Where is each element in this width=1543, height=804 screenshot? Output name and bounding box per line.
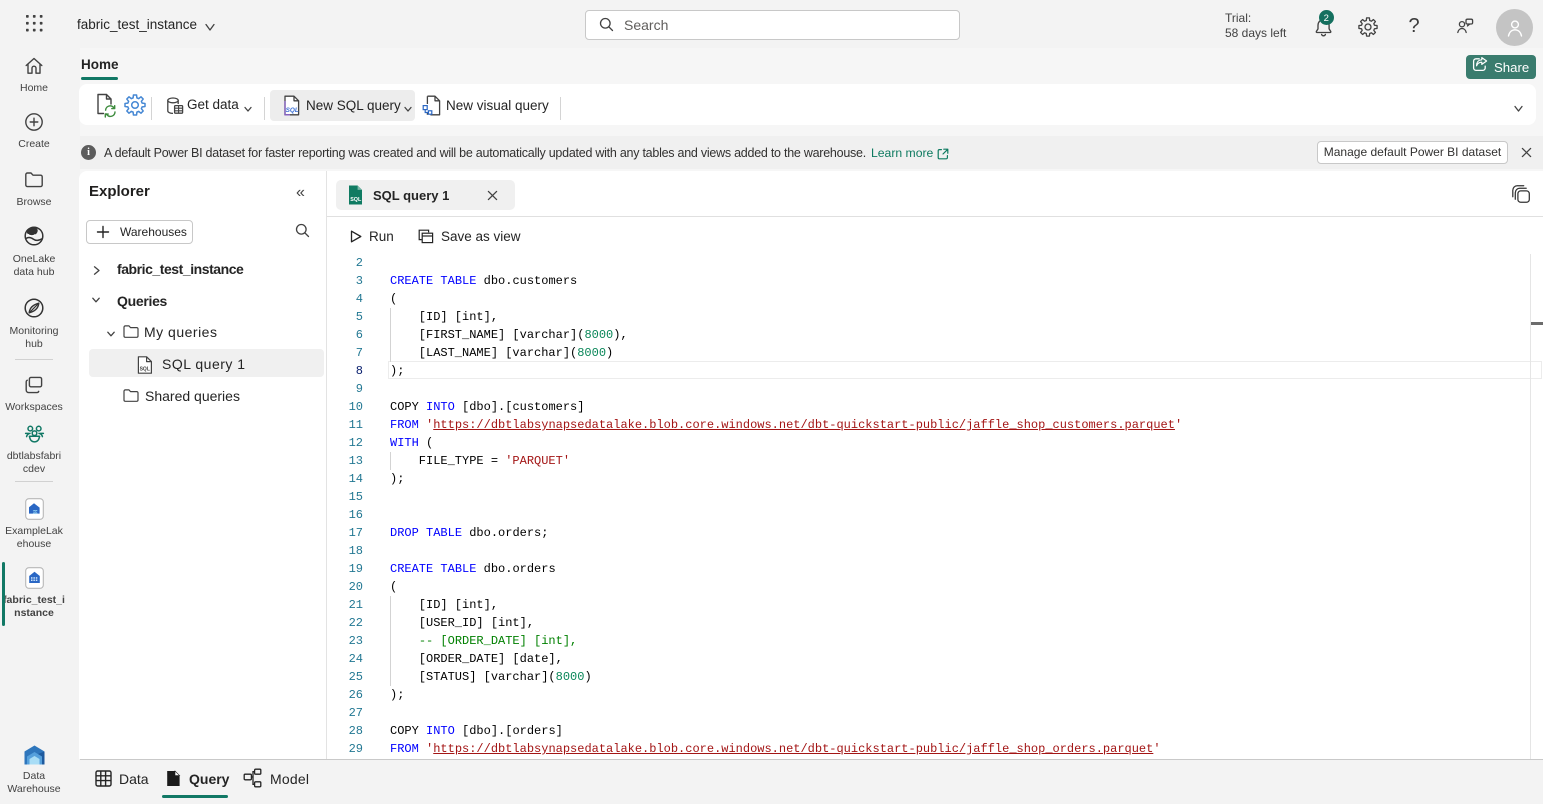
svg-text:SQL: SQL	[286, 107, 299, 114]
svg-text:2: 2	[1324, 13, 1329, 24]
svg-text:SQL: SQL	[140, 367, 150, 373]
svg-text:SQL: SQL	[350, 197, 362, 203]
svg-text:?: ?	[1409, 15, 1420, 37]
svg-text:Share: Share	[1494, 60, 1529, 75]
